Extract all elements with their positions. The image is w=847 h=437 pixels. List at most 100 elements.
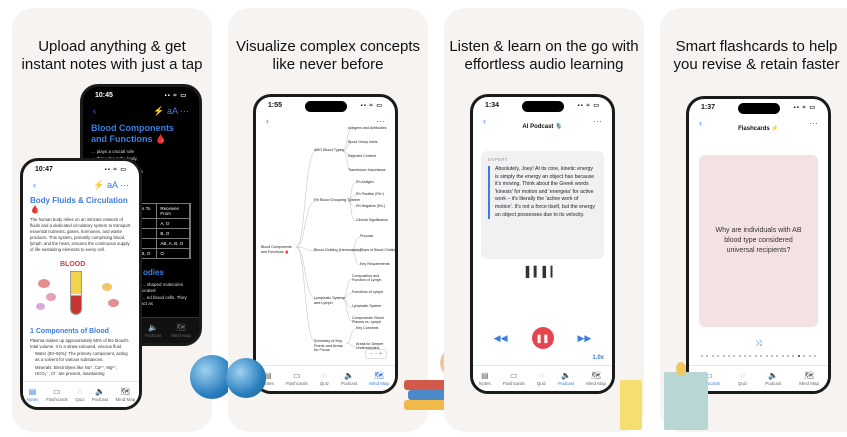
- map-icon: 🗺: [804, 371, 815, 380]
- status-time: 1:37: [701, 103, 716, 111]
- speaker-icon: 🔈: [344, 371, 355, 380]
- note-intro: The human body relies on an intricate ne…: [30, 217, 131, 252]
- sticky-note-decoration: [664, 372, 708, 430]
- status-icons: ▪▪ ≈ ▭: [360, 102, 383, 109]
- tab-quiz[interactable]: ◌ Quiz: [537, 371, 546, 386]
- card-progress-dots: [701, 355, 816, 357]
- mind-map-root[interactable]: Blood Components and Functions 🩸: [261, 245, 297, 254]
- note-title: Blood Components and Functions 🩸: [91, 123, 174, 144]
- pause-button[interactable]: ❚❚: [531, 327, 554, 349]
- tab-bar: ▤ Notes ▭ Flashcards ◌ Quiz 🔈 Podcast 🗺 Mind …: [23, 381, 139, 407]
- cards-icon: ▭: [292, 371, 301, 380]
- list-item: Minerals: Electrolytes like Na⁺, Ca²⁺, M…: [35, 365, 118, 376]
- mind-map-leaf[interactable]: Clinical Significance: [356, 218, 388, 222]
- tab-flashcards[interactable]: ▭ Flashcards: [46, 387, 68, 402]
- playback-speed[interactable]: 1.0x: [592, 355, 604, 361]
- document-icon: ▤: [481, 371, 489, 380]
- cards-icon: ▭: [509, 371, 518, 380]
- tab-quiz[interactable]: ◌ Quiz: [320, 371, 329, 386]
- page-title: Flashcards ⚡: [738, 126, 779, 132]
- tab-quiz[interactable]: ◌ Quiz: [738, 371, 747, 386]
- back-chevron-icon[interactable]: ‹: [93, 106, 96, 116]
- status-time: 10:47: [35, 165, 53, 173]
- map-icon: 🗺: [176, 323, 187, 332]
- tab-mind-map[interactable]: 🗺 Mind Map: [799, 371, 819, 386]
- mind-map-leaf[interactable]: Antigens and Antibodies: [348, 126, 387, 130]
- status-icons: ▪▪ ≈ ▭: [793, 104, 816, 111]
- tab-podcast[interactable]: 🔈 Podcast: [765, 371, 781, 386]
- page-title: AI Podcast 🎙️: [522, 124, 563, 130]
- globe-decoration: [226, 358, 266, 398]
- zoom-control[interactable]: − ·· +: [365, 349, 387, 359]
- tab-notes[interactable]: ▤ Notes: [27, 387, 39, 402]
- mind-map-leaf[interactable]: Blood Group Islets: [348, 140, 378, 144]
- mind-map-leaf[interactable]: Components: Blood Plasma vs. Lymph: [352, 316, 392, 325]
- tab-bar: ▤ Notes ▭ Flashcards ◌ Quiz 🔈 Podcast 🗺 Mind …: [473, 365, 612, 391]
- mind-map-leaf[interactable]: Rh Positive (Rh+): [356, 192, 384, 196]
- tab-quiz[interactable]: ◌ Quiz: [75, 387, 84, 402]
- card-headline: Smart flashcards to help you revise & re…: [673, 38, 840, 73]
- transcript-text: Absolutely, Joey! At its core, kinetic e…: [488, 166, 597, 220]
- mind-map-leaf[interactable]: Composition and Function of Lymph: [352, 274, 392, 283]
- speaker-icon: 🔈: [95, 387, 105, 396]
- card-headline: Visualize complex concepts like never be…: [236, 38, 420, 73]
- fast-forward-icon[interactable]: ▶▶: [578, 333, 592, 344]
- tab-bar: ▭ Flashcards ◌ Quiz 🔈 Podcast 🗺 Mind Map: [689, 365, 828, 391]
- plasma-text: Plasma makes up approximately 55% of the…: [30, 338, 129, 349]
- toolbar-icons[interactable]: ⚡ aA ⋯: [153, 106, 189, 117]
- mind-map-leaf[interactable]: Functions of Lymph: [352, 290, 383, 294]
- status-time: 10:45: [95, 91, 113, 99]
- mind-map-leaf[interactable]: Key Concepts: [356, 326, 378, 330]
- toolbar-icons[interactable]: ⚡ aA ⋯: [93, 180, 129, 191]
- mind-map-leaf[interactable]: Key Requirements: [360, 262, 390, 266]
- rewind-icon[interactable]: ◀◀: [494, 333, 508, 344]
- back-chevron-icon[interactable]: ‹: [33, 180, 36, 190]
- shuffle-icon[interactable]: ⤨: [689, 339, 828, 349]
- phone-mindmap: 1:55 ▪▪ ≈ ▭ ‹ ⋯ Blood Components and Fun…: [253, 94, 398, 394]
- speaker-icon: 🔈: [148, 323, 159, 332]
- tab-podcast[interactable]: 🔈 Podcast: [558, 371, 574, 386]
- tab-podcast[interactable]: 🔈 Podcast: [145, 323, 161, 338]
- audio-wave-icon: ▌▍▌▎: [525, 267, 560, 278]
- mind-map-branch[interactable]: Blood Clotting (Hemostasis): [314, 248, 361, 252]
- tab-mind-map[interactable]: 🗺 Mind Map: [116, 387, 136, 402]
- mind-map-leaf[interactable]: Steps of Blood Clotting: [360, 248, 395, 252]
- mind-map-leaf[interactable]: Lymphatic System: [352, 304, 381, 308]
- test-tube-icon: [70, 271, 82, 315]
- tab-podcast[interactable]: 🔈 Podcast: [341, 371, 357, 386]
- mind-map-branch[interactable]: Lymphatic System and Lymph: [314, 296, 346, 305]
- phone-flashcards: 1:37 ▪▪ ≈ ▭ ‹ ⋯ Flashcards ⚡ Why are ind…: [686, 96, 831, 394]
- status-time: 1:55: [268, 101, 283, 109]
- tab-flashcards[interactable]: ▭ Flashcards: [286, 371, 308, 386]
- mind-map-leaf[interactable]: Rh Negative (Rh-): [356, 204, 385, 208]
- tab-mind-map[interactable]: 🗺 Mind Map: [369, 371, 389, 386]
- mind-map-leaf[interactable]: Rejected Content: [348, 154, 376, 158]
- map-icon: 🗺: [374, 371, 385, 380]
- mind-map-branch[interactable]: Rh Blood Grouping System: [314, 198, 360, 202]
- flashcard[interactable]: Why are individuals with AB blood type c…: [699, 155, 818, 327]
- phone-podcast: 1:34 ▪▪ ≈ ▭ ‹ ⋯ AI Podcast 🎙️ EXPERT Abs…: [470, 94, 615, 394]
- bulb-icon: ◌: [77, 387, 83, 396]
- tab-podcast[interactable]: 🔈 Podcast: [92, 387, 108, 402]
- section-heading: 1 Components of Blood: [30, 328, 109, 335]
- mind-map-leaf[interactable]: Purpose: [360, 234, 373, 238]
- bulb-icon: ◌: [538, 371, 544, 380]
- tab-mind-map[interactable]: 🗺 Mind Map: [171, 323, 191, 338]
- mind-map-branch[interactable]: ABO Blood Types: [314, 148, 344, 152]
- document-icon: ▤: [28, 387, 37, 396]
- flashcard-question: Why are individuals with AB blood type c…: [715, 227, 802, 254]
- playback-controls: ◀◀ ❚❚ ▶▶: [473, 327, 612, 349]
- mind-map-leaf[interactable]: Rh Antigen: [356, 180, 374, 184]
- tab-mind-map[interactable]: 🗺 Mind Map: [586, 371, 606, 386]
- tab-notes[interactable]: ▤ Notes: [479, 371, 491, 386]
- mind-map-leaf[interactable]: Transfusion Importance: [348, 168, 386, 172]
- tab-flashcards[interactable]: ▭ Flashcards: [503, 371, 525, 386]
- status-icons: ▪▪ ≈ ▭: [577, 102, 600, 109]
- list-item: Water (90–92%): The primary component, a…: [35, 351, 128, 362]
- status-icons: ▪▪ ≈ ▭: [164, 92, 187, 99]
- bulb-icon: ◌: [321, 371, 327, 380]
- mind-map-branch[interactable]: Summary of Key Points and Areas for Focu…: [314, 339, 348, 353]
- status-icons: ▪▪ ≈ ▭: [104, 166, 127, 173]
- phone-light-notes: 10:47 ▪▪ ≈ ▭ ‹ ⚡ aA ⋯ Body Fluids & Circ…: [20, 158, 142, 410]
- speaker-label: EXPERT: [488, 157, 508, 162]
